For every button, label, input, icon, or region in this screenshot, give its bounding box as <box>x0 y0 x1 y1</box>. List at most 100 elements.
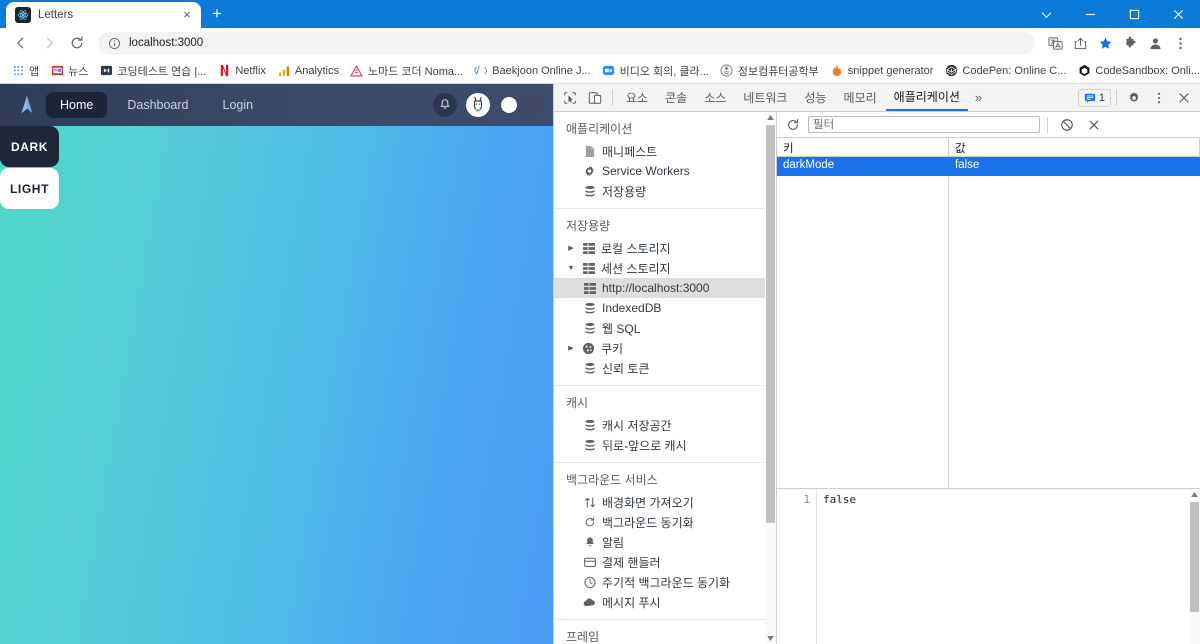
notification-bell-icon[interactable] <box>433 93 457 117</box>
new-tab-button[interactable]: + <box>203 2 231 28</box>
preview-scroll-up-icon[interactable] <box>1189 489 1200 500</box>
tree-item-background-sync[interactable]: 백그라운드 동기화 <box>554 512 765 532</box>
bookmark-label: CodeSandbox: Onli... <box>1095 64 1200 77</box>
tree-item-label: 로컬 스토리지 <box>601 241 671 256</box>
preview-scrollbar-thumb[interactable] <box>1190 502 1199 612</box>
tree-item-manifest[interactable]: 매니페스트 <box>554 141 765 161</box>
reload-icon[interactable] <box>64 30 90 56</box>
close-icon[interactable] <box>1156 0 1200 28</box>
bookmark-label: 노마드 코더 Noma... <box>367 65 464 78</box>
browser-tab[interactable]: Letters × <box>6 2 201 28</box>
device-toolbar-icon[interactable] <box>583 86 607 110</box>
share-icon[interactable] <box>1068 31 1092 55</box>
issues-badge[interactable]: 1 <box>1077 88 1111 107</box>
sidebar-scrollbar[interactable] <box>765 112 776 644</box>
bookmark-star-icon[interactable] <box>1093 31 1117 55</box>
chevron-right-icon[interactable]: ▶ <box>566 344 576 352</box>
tab-close-icon[interactable]: × <box>179 7 195 23</box>
clear-all-icon[interactable] <box>1055 113 1079 137</box>
forward-icon[interactable] <box>36 30 62 56</box>
app-logo-icon[interactable] <box>14 92 40 118</box>
devtools-tab-network[interactable]: 네트워크 <box>735 84 795 111</box>
theme-toggle-switch[interactable] <box>499 95 539 115</box>
refresh-icon[interactable] <box>781 113 805 137</box>
nav-link-dashboard[interactable]: Dashboard <box>113 92 202 118</box>
bookmark-item-nomadcoders[interactable]: 노마드 코더 Noma... <box>345 61 468 81</box>
devtools-tab-sources[interactable]: 소스 <box>696 84 734 111</box>
tree-item-cookies[interactable]: ▶ 쿠키 <box>554 338 765 358</box>
dark-theme-button[interactable]: DARK <box>0 126 59 167</box>
bookmark-item-programmers[interactable]: 코딩테스트 연습 |... <box>94 61 211 81</box>
devtools-more-tabs-button[interactable]: » <box>969 90 988 105</box>
delete-selected-icon[interactable] <box>1082 113 1106 137</box>
clock-icon <box>582 576 597 589</box>
maximize-icon[interactable] <box>1112 0 1156 28</box>
bookmark-item-snippet-generator[interactable]: snippet generator <box>825 62 939 80</box>
chevron-down-icon[interactable]: ▼ <box>566 265 576 272</box>
tree-section-header: 캐시 <box>566 396 589 410</box>
storage-filter-input[interactable] <box>808 116 1040 133</box>
tree-item-trust-tokens[interactable]: 신뢰 토큰 <box>554 358 765 378</box>
bookmark-item-codepen[interactable]: CodePen: Online C... <box>939 62 1071 80</box>
sidebar-scrollbar-thumb[interactable] <box>766 125 775 523</box>
extensions-puzzle-icon[interactable] <box>1118 31 1142 55</box>
tree-item-localhost-origin[interactable]: http://localhost:3000 <box>554 278 765 298</box>
react-icon <box>15 7 31 23</box>
nav-link-home[interactable]: Home <box>46 92 108 118</box>
cell-value[interactable]: false <box>949 157 1200 176</box>
tree-item-push-messaging[interactable]: 메시지 푸시 <box>554 592 765 612</box>
tree-item-indexeddb[interactable]: IndexedDB <box>554 298 765 318</box>
bookmark-item-news[interactable]: 뉴스 <box>45 61 93 81</box>
chrome-menu-icon[interactable] <box>1168 31 1192 55</box>
translate-icon[interactable] <box>1043 31 1067 55</box>
tree-item-notifications[interactable]: 알림 <box>554 532 765 552</box>
tree-item-web-sql[interactable]: 웹 SQL <box>554 318 765 338</box>
tree-item-cache-storage[interactable]: 캐시 저장공간 <box>554 415 765 435</box>
tab-search-icon[interactable] <box>1024 0 1068 28</box>
devtools-tab-console[interactable]: 콘솔 <box>657 84 695 111</box>
tree-item-storage[interactable]: 저장용량 <box>554 181 765 201</box>
cell-key[interactable]: darkMode <box>777 157 949 176</box>
light-theme-button[interactable]: LIGHT <box>0 168 59 209</box>
chevron-right-icon[interactable]: ▶ <box>566 244 576 252</box>
bookmark-item-codesandbox[interactable]: CodeSandbox: Onli... <box>1072 62 1200 80</box>
nav-link-login[interactable]: Login <box>209 92 268 118</box>
preview-scrollbar[interactable] <box>1189 489 1200 644</box>
inspect-cursor-icon[interactable] <box>558 86 582 110</box>
back-icon[interactable] <box>8 30 34 56</box>
bookmark-label: CodePen: Online C... <box>962 64 1067 77</box>
tree-item-local-storage[interactable]: ▶ 로컬 스토리지 <box>554 238 765 258</box>
devtools-close-icon[interactable] <box>1172 86 1196 110</box>
table-row[interactable]: darkMode false <box>777 157 1200 176</box>
bookmark-item-netflix[interactable]: Netflix <box>212 62 271 80</box>
rabbit-avatar-icon[interactable] <box>466 93 490 117</box>
column-header-value[interactable]: 값 <box>949 138 1200 156</box>
scroll-down-icon[interactable] <box>765 633 776 644</box>
devtools-tab-memory[interactable]: 메모리 <box>836 84 885 111</box>
devtools-tab-performance[interactable]: 성능 <box>796 84 834 111</box>
profile-icon[interactable] <box>1143 31 1167 55</box>
bookmark-item-zoom[interactable]: 비디오 회의, 클라... <box>597 61 714 81</box>
bookmark-item-apps[interactable]: 앱 <box>6 61 44 81</box>
bookmark-item-university[interactable]: 정보컴퓨터공학부 <box>715 61 824 81</box>
toolbar-divider-right <box>1116 89 1117 106</box>
tree-item-session-storage[interactable]: ▼ 세션 스토리지 <box>554 258 765 278</box>
tree-item-back-forward-cache[interactable]: 뒤로-앞으로 캐시 <box>554 435 765 455</box>
tree-item-background-fetch[interactable]: 배경화면 가져오기 <box>554 492 765 512</box>
cookie-icon <box>581 342 596 355</box>
tree-item-periodic-background-sync[interactable]: 주기적 백그라운드 동기화 <box>554 572 765 592</box>
column-header-key[interactable]: 키 <box>777 138 949 156</box>
scroll-up-icon[interactable] <box>765 112 776 123</box>
bookmark-item-baekjoon[interactable]: Baekjoon Online J... <box>469 62 595 80</box>
tree-item-label: 배경화면 가져오기 <box>602 495 694 510</box>
kebab-menu-icon[interactable] <box>1147 86 1171 110</box>
gear-icon[interactable] <box>1122 86 1146 110</box>
tree-item-payment-handler[interactable]: 결제 핸들러 <box>554 552 765 572</box>
minimize-icon[interactable] <box>1068 0 1112 28</box>
bookmark-item-analytics[interactable]: Analytics <box>272 62 344 80</box>
devtools-tab-elements[interactable]: 요소 <box>618 84 656 111</box>
address-bar[interactable]: localhost:3000 <box>98 32 1035 54</box>
tree-item-service-workers[interactable]: Service Workers <box>554 161 765 181</box>
bookmark-label: 코딩테스트 연습 |... <box>117 65 207 78</box>
devtools-tab-application[interactable]: 애플리케이션 <box>885 84 968 111</box>
